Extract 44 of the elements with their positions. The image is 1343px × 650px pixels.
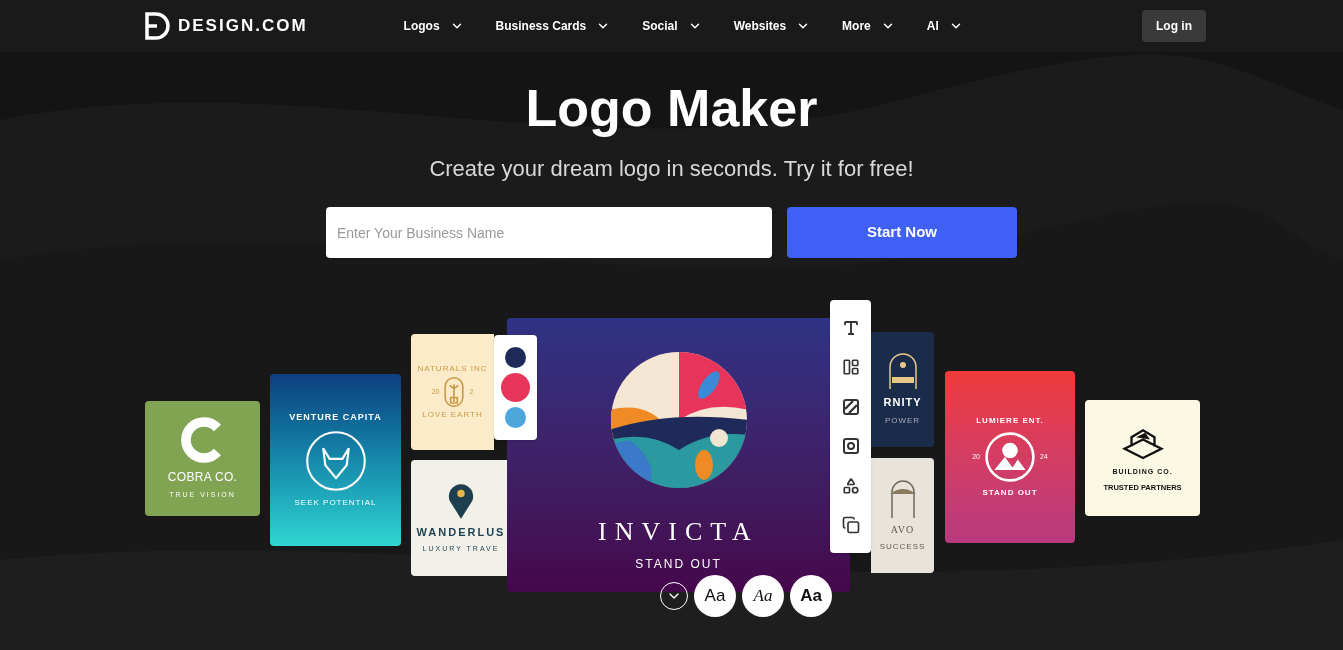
color-swatch[interactable] — [505, 407, 526, 428]
logo-text: LUMIERE ENT. — [976, 415, 1044, 427]
logo-card[interactable]: AVO SUCCESS — [871, 458, 934, 573]
wolf-emblem-drawing — [303, 428, 368, 493]
business-name-input[interactable]: Enter Your Business Name — [326, 207, 772, 258]
shapes-icon[interactable] — [841, 476, 860, 495]
logo-text: LOVE EARTH — [422, 409, 483, 421]
logo-text: POWER — [884, 414, 921, 427]
logo-text: COBRA CO. — [167, 469, 238, 487]
nav-menu-item[interactable]: Websites — [733, 17, 811, 35]
logo-text: NATURALS INC — [417, 363, 488, 375]
nav-menu-item[interactable]: Social — [642, 17, 702, 35]
copy-icon[interactable] — [841, 516, 860, 535]
nav-menu-item[interactable]: AI — [926, 17, 963, 35]
nav-menu-item[interactable]: Logos — [403, 17, 464, 35]
map-pin-drawing — [447, 481, 475, 520]
logo-text: SUCCESS — [879, 541, 926, 553]
desert-night-drawing — [887, 352, 918, 391]
logo-text: RNITY — [883, 395, 922, 411]
logo-text: STAND OUT — [982, 487, 1038, 499]
hero-title: Logo Maker — [525, 78, 818, 138]
plant-drawing — [443, 375, 466, 409]
logo-text: VENTURE CAPITA — [289, 411, 382, 425]
logo-text: WANDERLUS — [416, 524, 506, 540]
logo-tagline: STAND OUT — [635, 556, 722, 573]
logo-card[interactable]: VENTURE CAPITA SEEK POTENTIAL — [270, 374, 401, 546]
compass-sun-drawing — [984, 431, 1036, 483]
nav-menu-item[interactable]: Business Cards — [495, 17, 611, 35]
pattern-icon[interactable] — [841, 397, 860, 416]
hero-subtitle: Create your dream logo in seconds. Try it for free! — [429, 155, 914, 183]
color-swatch[interactable] — [501, 373, 530, 402]
frame-icon[interactable] — [841, 437, 860, 456]
layout-icon[interactable] — [841, 358, 860, 377]
logo-name: INVICTA — [598, 516, 759, 548]
login-button[interactable]: Log in — [1142, 10, 1206, 42]
logo-text: AVO — [890, 523, 915, 537]
color-swatch[interactable] — [505, 347, 526, 368]
nav-menu-item[interactable]: More — [842, 17, 895, 35]
brand-logo-icon[interactable] — [144, 11, 170, 41]
logo-text: SEEK POTENTIAL — [294, 496, 377, 509]
start-now-button[interactable]: Start Now — [787, 207, 1017, 258]
brand-name[interactable]: DESIGN.COM — [178, 13, 308, 39]
logo-card[interactable]: RNITY POWER — [871, 332, 934, 447]
text-icon[interactable] — [841, 318, 860, 337]
